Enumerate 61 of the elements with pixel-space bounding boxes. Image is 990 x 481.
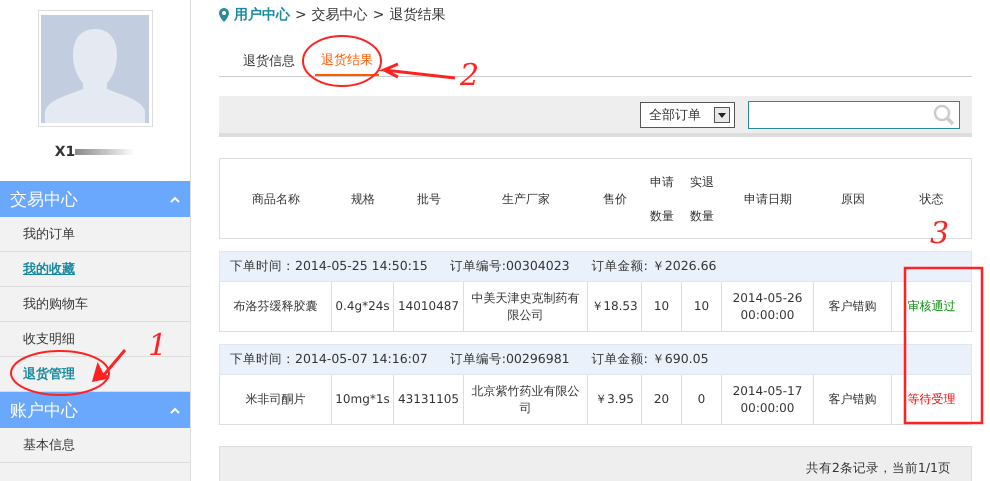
sidebar-link[interactable]: 我的收藏 (23, 260, 75, 278)
breadcrumb-item: 交易中心 (312, 6, 368, 24)
table-cell: 布洛芬缓释胶囊 (220, 282, 332, 331)
sidebar-link[interactable]: 基本信息 (23, 436, 75, 454)
tab[interactable]: 退货信息 (237, 46, 301, 76)
annotation-number: 3 (930, 216, 950, 251)
table-cell: 20 (642, 375, 682, 424)
section-title: 账户中心 (10, 400, 78, 422)
column-header: 批号 (416, 190, 442, 208)
table-cell: 10 (682, 282, 722, 331)
sidebar-link[interactable]: 收支明细 (23, 330, 75, 348)
column-header: 申请数量 (649, 174, 675, 224)
breadcrumb-item: 退货结果 (389, 6, 446, 24)
search-icon[interactable] (933, 104, 955, 126)
sidebar-link[interactable]: 退货管理 (23, 365, 75, 383)
table-cell: 米非司酮片 (220, 375, 332, 424)
status-text: 等待受理 (906, 391, 956, 408)
table-cell: 10 (642, 282, 682, 331)
table-cell: 2014-05-17 00:00:00 (722, 375, 814, 424)
record-count: 共有2条记录，当前1/1页 (806, 460, 951, 476)
breadcrumb-separator: > (372, 7, 384, 23)
table-cell: 10mg*1s (332, 375, 394, 424)
order-time: 下单时间：2014-05-07 14:16:07 (230, 351, 428, 368)
order-time: 下单时间：2014-05-25 14:50:15 (230, 258, 428, 275)
annotation-number: 1 (148, 328, 168, 363)
sidebar-link[interactable]: 我的订单 (23, 225, 75, 243)
table-cell: 北京紫竹药业有限公司 (464, 375, 588, 424)
location-pin-icon (219, 8, 229, 22)
column-header: 申请日期 (743, 190, 793, 208)
table-cell: 中美天津史克制药有限公司 (464, 282, 588, 331)
status-text: 审核通过 (906, 298, 956, 315)
order-filter-dropdown[interactable]: 全部订单 (640, 102, 735, 128)
table-cell: 0.4g*24s (332, 282, 394, 331)
annotation-number: 2 (460, 58, 480, 93)
section-title: 交易中心 (10, 188, 78, 210)
table-cell: ￥3.95 (588, 375, 642, 424)
column-header: 规格 (350, 190, 376, 208)
table-cell: 0 (682, 375, 722, 424)
column-header: 实退数量 (689, 174, 715, 224)
table-cell: 14010487 (394, 282, 464, 331)
order-number: 订单编号:00304023 (450, 258, 570, 275)
order-amount: 订单金额: ￥2026.66 (592, 258, 716, 275)
search-field[interactable] (748, 100, 960, 128)
breadcrumb-link[interactable]: 用户中心 (234, 6, 290, 24)
username: X1 (54, 144, 76, 160)
annotation-arrow (92, 348, 126, 382)
blurred-text-icon (75, 147, 136, 157)
order-amount: 订单金额: ￥690.05 (592, 351, 709, 368)
table-cell: 43131105 (394, 375, 464, 424)
column-header: 售价 (602, 190, 628, 208)
breadcrumb-separator: > (295, 7, 307, 23)
column-header: 原因 (840, 190, 866, 208)
sidebar-link[interactable]: 我的购物车 (23, 295, 88, 313)
column-header: 商品名称 (251, 190, 301, 208)
table-cell: ￥18.53 (588, 282, 642, 331)
order-number: 订单编号:00296981 (450, 351, 570, 368)
column-header: 状态 (918, 190, 944, 208)
table-cell: 客户错购 (814, 282, 892, 331)
table-cell: 2014-05-26 00:00:00 (722, 282, 814, 331)
column-header: 生产厂家 (501, 190, 551, 208)
table-cell: 客户错购 (814, 375, 892, 424)
